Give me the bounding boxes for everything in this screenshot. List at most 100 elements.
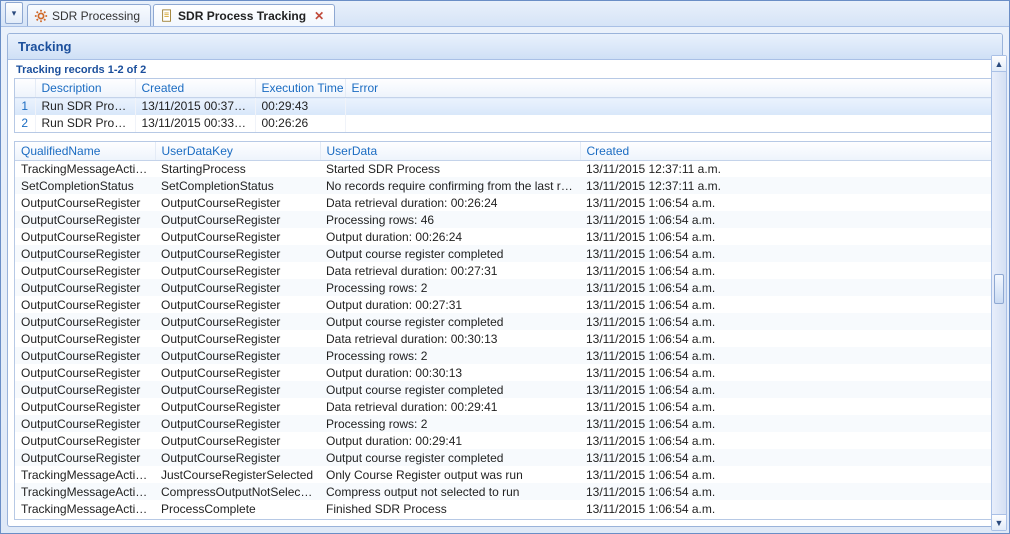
cell-qualifiedName: OutputCourseRegister [15, 245, 155, 262]
table-row[interactable]: OutputCourseRegisterOutputCourseRegister… [15, 262, 995, 279]
cell-created: 13/11/2015 12:37:11 a.m. [580, 177, 995, 194]
cell-userData: Only Course Register output was run [320, 466, 580, 483]
cell-userDataKey: OutputCourseRegister [155, 330, 320, 347]
table-row[interactable]: SetCompletionStatusSetCompletionStatusNo… [15, 177, 995, 194]
cell-qualifiedName: OutputCourseRegister [15, 415, 155, 432]
table-row[interactable]: OutputCourseRegisterOutputCourseRegister… [15, 381, 995, 398]
cell-created: 13/11/2015 1:06:54 a.m. [580, 415, 995, 432]
cell-created: 13/11/2015 1:06:54 a.m. [580, 228, 995, 245]
cell-userData: Output course register completed [320, 381, 580, 398]
table-row[interactable]: OutputCourseRegisterOutputCourseRegister… [15, 279, 995, 296]
table-row[interactable]: OutputCourseRegisterOutputCourseRegister… [15, 296, 995, 313]
col-user-data[interactable]: UserData [320, 142, 580, 161]
scroll-down-arrow-icon[interactable]: ▼ [992, 514, 1006, 530]
cell-userDataKey: StartingProcess [155, 160, 320, 177]
table-row[interactable]: OutputCourseRegisterOutputCourseRegister… [15, 415, 995, 432]
cell-qualifiedName: OutputCourseRegister [15, 228, 155, 245]
cell-userData: Data retrieval duration: 00:26:24 [320, 194, 580, 211]
table-row[interactable]: OutputCourseRegisterOutputCourseRegister… [15, 245, 995, 262]
cell-created: 13/11/2015 1:06:54 a.m. [580, 330, 995, 347]
table-row[interactable]: OutputCourseRegisterOutputCourseRegister… [15, 364, 995, 381]
col-qualified-name[interactable]: QualifiedName [15, 142, 155, 161]
table-row[interactable]: TrackingMessageActivityCompressOutputNot… [15, 483, 995, 500]
cell-userDataKey: OutputCourseRegister [155, 211, 320, 228]
table-row[interactable]: OutputCourseRegisterOutputCourseRegister… [15, 347, 995, 364]
vertical-scrollbar[interactable]: ▲ ▼ [991, 55, 1007, 531]
table-row[interactable]: OutputCourseRegisterOutputCourseRegister… [15, 211, 995, 228]
table-row[interactable]: OutputCourseRegisterOutputCourseRegister… [15, 398, 995, 415]
cell-userDataKey: OutputCourseRegister [155, 381, 320, 398]
detail-table[interactable]: QualifiedName UserDataKey UserData Creat… [14, 141, 996, 521]
col-error[interactable]: Error [345, 79, 995, 98]
cell-num: 1 [15, 98, 35, 115]
cell-created: 13/11/2015 1:06:54 a.m. [580, 364, 995, 381]
cell-created: 13/11/2015 1:06:54 a.m. [580, 347, 995, 364]
tab-menu-button[interactable]: ▾ [5, 2, 23, 24]
cell-qualifiedName: OutputCourseRegister [15, 330, 155, 347]
cell-created: 13/11/2015 1:06:54 a.m. [580, 466, 995, 483]
cell-userDataKey: OutputCourseRegister [155, 262, 320, 279]
cell-userData: Output duration: 00:27:31 [320, 296, 580, 313]
cell-qualifiedName: OutputCourseRegister [15, 432, 155, 449]
cell-created: 13/11/2015 1:06:54 a.m. [580, 381, 995, 398]
table-row[interactable]: 1Run SDR Process13/11/2015 00:37:1100:29… [15, 98, 995, 115]
cell-userData: Output duration: 00:30:13 [320, 364, 580, 381]
cell-qualifiedName: TrackingMessageActivity [15, 160, 155, 177]
cell-created: 13/11/2015 1:06:54 a.m. [580, 245, 995, 262]
table-row[interactable]: TrackingMessageActivityJustCourseRegiste… [15, 466, 995, 483]
cell-qualifiedName: TrackingMessageActivity [15, 466, 155, 483]
tab-sdr-process-tracking[interactable]: SDR Process Tracking✕ [153, 4, 335, 26]
cell-created: 13/11/2015 00:33:05 [135, 115, 255, 132]
cell-error [345, 98, 995, 115]
cell-userData: Output course register completed [320, 245, 580, 262]
table-row[interactable]: OutputCourseRegisterOutputCourseRegister… [15, 330, 995, 347]
col-description[interactable]: Description [35, 79, 135, 98]
cell-userData: Compress output not selected to run [320, 483, 580, 500]
table-row[interactable]: TrackingMessageActivityStartingProcessSt… [15, 160, 995, 177]
cell-qualifiedName: OutputCourseRegister [15, 381, 155, 398]
cell-error [345, 115, 995, 132]
cell-created: 13/11/2015 1:06:54 a.m. [580, 483, 995, 500]
cell-created: 13/11/2015 1:06:54 a.m. [580, 279, 995, 296]
cell-userData: Finished SDR Process [320, 500, 580, 517]
cell-userDataKey: OutputCourseRegister [155, 313, 320, 330]
table-row[interactable]: OutputCourseRegisterOutputCourseRegister… [15, 449, 995, 466]
table-row[interactable]: OutputCourseRegisterOutputCourseRegister… [15, 313, 995, 330]
col-user-data-key[interactable]: UserDataKey [155, 142, 320, 161]
cell-created: 13/11/2015 1:06:54 a.m. [580, 398, 995, 415]
table-row[interactable]: OutputCourseRegisterOutputCourseRegister… [15, 194, 995, 211]
cell-created: 13/11/2015 1:06:54 a.m. [580, 211, 995, 228]
cell-userData: Data retrieval duration: 00:30:13 [320, 330, 580, 347]
cell-created: 13/11/2015 1:06:54 a.m. [580, 432, 995, 449]
close-icon[interactable]: ✕ [314, 9, 324, 23]
cell-userData: Output course register completed [320, 313, 580, 330]
col-exec-time[interactable]: Execution Time [255, 79, 345, 98]
cell-userData: Output duration: 00:29:41 [320, 432, 580, 449]
table-row[interactable]: OutputCourseRegisterOutputCourseRegister… [15, 432, 995, 449]
cell-userData: Processing rows: 2 [320, 347, 580, 364]
table-row[interactable]: TrackingMessageActivityProcessCompleteFi… [15, 500, 995, 517]
cell-userData: Processing rows: 46 [320, 211, 580, 228]
cell-userDataKey: OutputCourseRegister [155, 194, 320, 211]
cell-created: 13/11/2015 1:06:54 a.m. [580, 313, 995, 330]
cell-userDataKey: OutputCourseRegister [155, 398, 320, 415]
col-created[interactable]: Created [135, 79, 255, 98]
cell-userData: Processing rows: 2 [320, 279, 580, 296]
col-rownum[interactable] [15, 79, 35, 98]
scroll-thumb[interactable] [994, 274, 1004, 304]
cell-userData: No records require confirming from the l… [320, 177, 580, 194]
tab-sdr-processing[interactable]: SDR Processing [27, 4, 151, 26]
cell-qualifiedName: OutputCourseRegister [15, 211, 155, 228]
table-row[interactable]: 2Run SDR Process13/11/2015 00:33:0500:26… [15, 115, 995, 132]
cell-execTime: 00:29:43 [255, 98, 345, 115]
col-detail-created[interactable]: Created [580, 142, 995, 161]
scroll-up-arrow-icon[interactable]: ▲ [992, 56, 1006, 72]
cell-qualifiedName: SetCompletionStatus [15, 177, 155, 194]
cell-created: 13/11/2015 1:06:54 a.m. [580, 194, 995, 211]
records-table[interactable]: Description Created Execution Time Error… [14, 78, 996, 133]
cell-userData: Started SDR Process [320, 160, 580, 177]
table-row[interactable]: OutputCourseRegisterOutputCourseRegister… [15, 228, 995, 245]
cell-qualifiedName: OutputCourseRegister [15, 262, 155, 279]
cell-userDataKey: OutputCourseRegister [155, 364, 320, 381]
cell-qualifiedName: OutputCourseRegister [15, 347, 155, 364]
